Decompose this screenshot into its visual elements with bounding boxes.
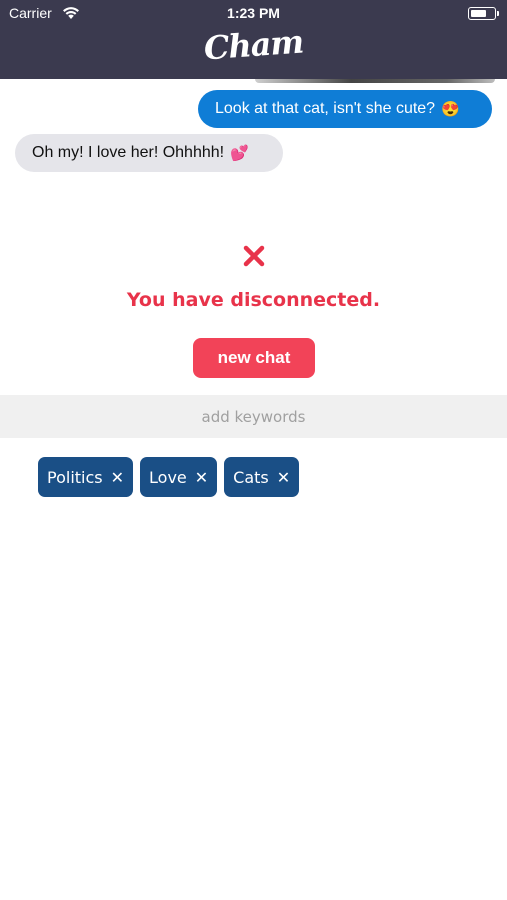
keyword-tags: Politics ✕ Love ✕ Cats ✕ — [38, 457, 300, 497]
keywords-bar — [0, 395, 507, 438]
close-icon — [243, 245, 265, 267]
outgoing-message-bubble: Look at that cat, isn't she cute? 😍 — [198, 90, 492, 128]
disconnected-message: You have disconnected. — [126, 289, 381, 311]
message-text: Look at that cat, isn't she cute? — [215, 100, 436, 117]
message-text: Oh my! I love her! Ohhhhh! — [32, 144, 225, 161]
keyword-tag-politics[interactable]: Politics ✕ — [38, 457, 134, 497]
close-icon[interactable]: ✕ — [111, 468, 124, 487]
close-icon[interactable]: ✕ — [277, 468, 290, 487]
two-hearts-emoji: 💕 — [230, 145, 249, 162]
tag-label: Cats — [233, 467, 269, 487]
app-header: Carrier 1:23 PM Cham — [0, 0, 507, 79]
keyword-tag-cats[interactable]: Cats ✕ — [224, 457, 300, 497]
heart-eyes-emoji: 😍 — [441, 101, 460, 118]
keyword-tag-love[interactable]: Love ✕ — [140, 457, 218, 497]
shared-image-edge[interactable] — [255, 79, 495, 83]
tag-label: Love — [149, 467, 187, 487]
close-icon[interactable]: ✕ — [195, 468, 208, 487]
new-chat-button[interactable]: new chat — [193, 338, 315, 378]
incoming-message-bubble: Oh my! I love her! Ohhhhh! 💕 — [15, 134, 283, 172]
tag-label: Politics — [47, 467, 103, 487]
add-keywords-input[interactable] — [0, 395, 507, 438]
